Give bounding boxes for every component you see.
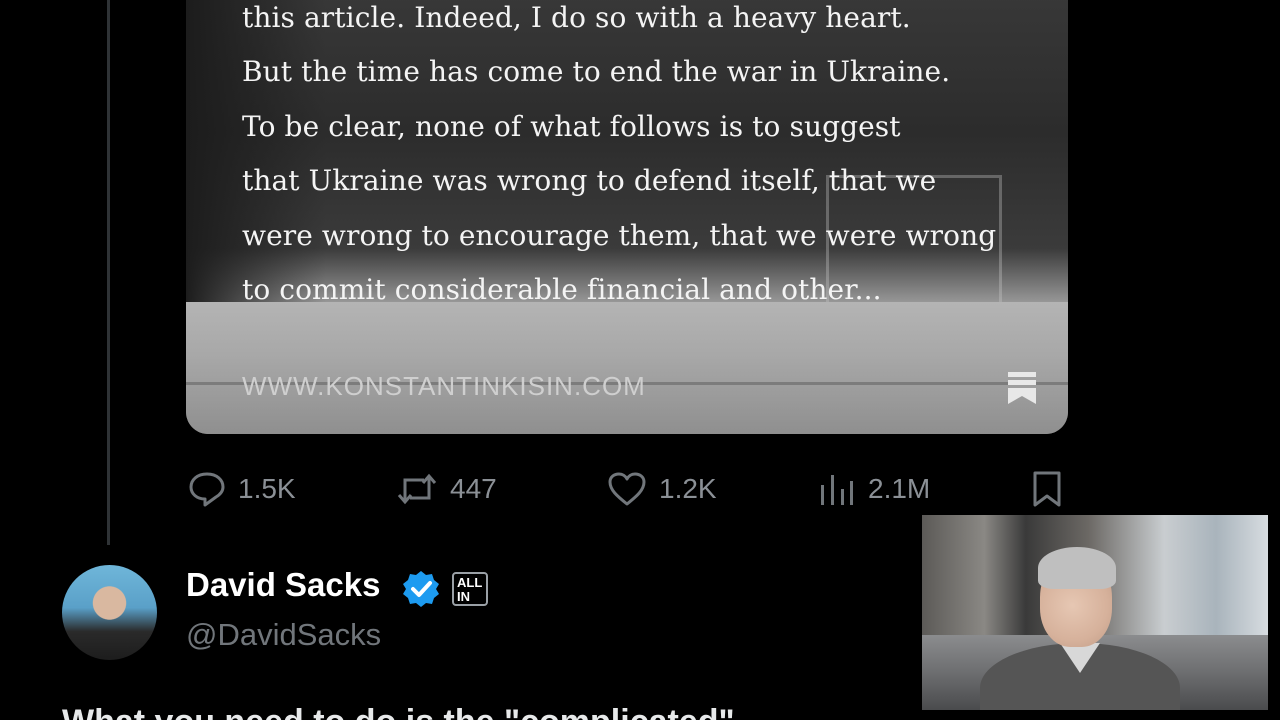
bookmark-ribbon-icon bbox=[1008, 372, 1036, 404]
views-chart-icon bbox=[821, 475, 853, 505]
webcam-overlay bbox=[922, 515, 1268, 710]
article-line: To be clear, none of what follows is to … bbox=[242, 109, 901, 143]
affiliation-badge[interactable]: ALL IN bbox=[452, 572, 488, 606]
quoted-article-card[interactable]: this article. Indeed, I do so with a hea… bbox=[186, 0, 1068, 434]
views-button[interactable]: 2.1M bbox=[818, 462, 930, 516]
article-excerpt: this article. Indeed, I do so with a hea… bbox=[242, 0, 1062, 317]
article-line: were wrong to encourage them, that we we… bbox=[242, 218, 997, 252]
reply-icon bbox=[189, 472, 225, 507]
webcam-person-hair bbox=[1038, 547, 1116, 589]
card-background-desk bbox=[186, 302, 1068, 434]
repost-count: 447 bbox=[450, 473, 497, 504]
article-site-url[interactable]: WWW.KONSTANTINKISIN.COM bbox=[242, 371, 646, 402]
screen: this article. Indeed, I do so with a hea… bbox=[0, 0, 1280, 720]
repost-button[interactable]: 447 bbox=[396, 462, 497, 516]
views-count: 2.1M bbox=[868, 473, 931, 504]
like-button[interactable]: 1.2K bbox=[607, 462, 717, 516]
bookmark-button[interactable] bbox=[1030, 462, 1064, 516]
like-count: 1.2K bbox=[659, 473, 717, 504]
heart-icon bbox=[608, 472, 646, 506]
article-line: that Ukraine was wrong to defend itself,… bbox=[242, 164, 937, 198]
reply-button[interactable]: 1.5K bbox=[188, 462, 296, 516]
author-handle[interactable]: @DavidSacks bbox=[186, 617, 381, 653]
author-avatar[interactable] bbox=[62, 565, 157, 660]
article-line: to commit considerable financial and oth… bbox=[242, 273, 882, 307]
repost-icon bbox=[397, 473, 437, 505]
article-line: But the time has come to end the war in … bbox=[242, 55, 951, 89]
bookmark-icon bbox=[1033, 471, 1061, 507]
post-text-partial: What you need to do is the "complicated"… bbox=[62, 702, 962, 720]
article-line: this article. Indeed, I do so with a hea… bbox=[242, 1, 911, 34]
author-name[interactable]: David Sacks bbox=[186, 566, 380, 604]
verified-badge-icon bbox=[403, 571, 439, 607]
reply-count: 1.5K bbox=[238, 473, 296, 504]
post-action-bar: 1.5K 447 1.2K 2.1M bbox=[0, 462, 1280, 516]
